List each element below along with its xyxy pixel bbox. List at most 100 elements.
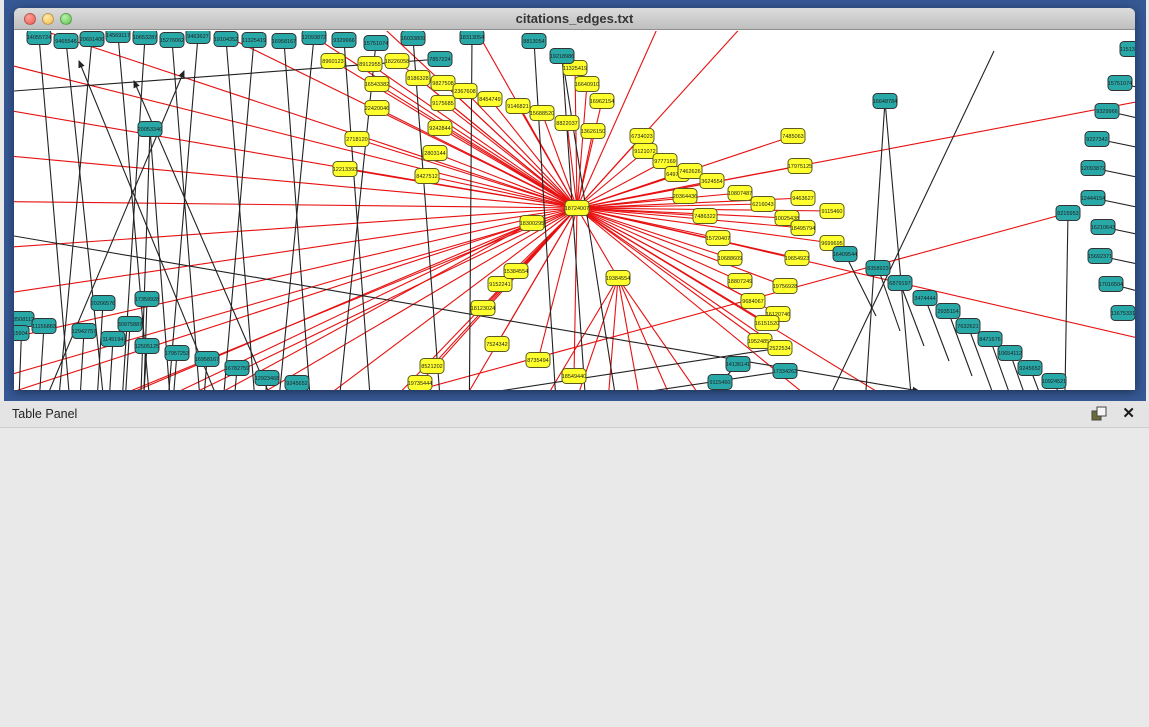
graph-node-teal[interactable]: 11513351	[1120, 42, 1135, 57]
graph-node-yellow[interactable]: 2522534	[768, 341, 792, 356]
graph-node-teal[interactable]: 15276062	[160, 33, 184, 48]
graph-node-yellow[interactable]: 18549440	[562, 369, 586, 384]
graph-node-yellow[interactable]: 7524342	[485, 337, 509, 352]
graph-node-teal[interactable]: 11675331	[1111, 306, 1135, 321]
graph-node-yellow[interactable]: 16151520	[755, 316, 779, 331]
graph-node-yellow[interactable]: 18724007	[565, 201, 589, 216]
graph-node-teal[interactable]: 20691406	[80, 32, 104, 47]
graph-node-teal[interactable]: 16782759	[225, 361, 249, 376]
graph-node-yellow[interactable]: 19756928	[773, 279, 797, 294]
graph-node-teal[interactable]: 6879197	[888, 276, 912, 291]
graph-node-teal[interactable]: 20206576	[91, 296, 115, 311]
graph-node-yellow[interactable]: 13626150	[581, 124, 605, 139]
graph-node-teal[interactable]: 12093872	[1081, 161, 1105, 176]
graph-node-teal[interactable]: 19104352	[214, 32, 238, 47]
close-panel-icon[interactable]: ✕	[1122, 404, 1135, 422]
graph-node-yellow[interactable]: 18807249	[728, 274, 752, 289]
graph-node-yellow[interactable]: 18123024	[471, 301, 495, 316]
graph-node-yellow[interactable]: 16543382	[365, 77, 389, 92]
graph-node-yellow[interactable]: 9146821	[506, 99, 530, 114]
graph-node-teal[interactable]: 11325419	[242, 33, 266, 48]
float-panel-icon[interactable]	[1091, 406, 1107, 422]
graph-node-teal[interactable]: 8215953	[1056, 206, 1080, 221]
graph-node-yellow[interactable]: 8186328	[406, 71, 430, 86]
graph-node-teal[interactable]: 15751074	[364, 36, 388, 51]
graph-node-yellow[interactable]: 16962154	[590, 94, 614, 109]
graph-node-teal[interactable]: 20053346	[138, 122, 162, 137]
graph-node-teal[interactable]: 13508112	[14, 312, 34, 327]
graph-node-yellow[interactable]: 3624554	[700, 174, 724, 189]
graph-node-yellow[interactable]: 9684067	[741, 294, 765, 309]
graph-node-teal[interactable]: 18313054	[460, 31, 484, 45]
graph-node-teal[interactable]: 9463627	[186, 31, 210, 44]
graph-node-teal[interactable]: 12093872	[302, 31, 326, 45]
graph-node-yellow[interactable]: 16640910	[575, 77, 599, 92]
graph-node-teal[interactable]: 11156883	[32, 319, 56, 334]
graph-node-teal[interactable]: 7632621	[956, 319, 980, 334]
graph-node-yellow[interactable]: 7486322	[693, 209, 717, 224]
graph-node-yellow[interactable]: 2367608	[453, 84, 477, 99]
graph-node-yellow[interactable]: 9242844	[428, 121, 452, 136]
graph-node-teal[interactable]: 8813054	[522, 34, 546, 49]
graph-node-yellow[interactable]: 9463627	[791, 191, 815, 206]
graph-node-teal[interactable]: 1145194	[101, 332, 125, 347]
graph-node-teal[interactable]: 10653287	[133, 31, 157, 45]
graph-node-teal[interactable]: 9115460	[708, 375, 732, 390]
graph-node-teal[interactable]: 7857224	[428, 52, 452, 67]
graph-node-yellow[interactable]: 9175685	[431, 96, 455, 111]
graph-node-yellow[interactable]: 8735494	[526, 353, 550, 368]
graph-node-yellow[interactable]: 7462626	[678, 164, 702, 179]
graph-node-teal[interactable]: 17359928	[135, 292, 159, 307]
graph-node-teal[interactable]: 15751074	[1108, 76, 1132, 91]
graph-node-yellow[interactable]: 15720407	[706, 231, 730, 246]
graph-node-teal[interactable]: 8358923	[866, 261, 890, 276]
graph-node-yellow[interactable]: 15688520	[530, 106, 554, 121]
graph-node-yellow[interactable]: 20364436	[673, 189, 697, 204]
graph-node-yellow[interactable]: 19384554	[606, 271, 630, 286]
graph-node-yellow[interactable]: 18300295	[520, 216, 544, 231]
graph-node-yellow[interactable]: 18226058	[385, 54, 409, 69]
graph-node-teal[interactable]: 16958167	[195, 352, 219, 367]
graph-node-teal[interactable]: 3315904	[14, 326, 29, 341]
graph-node-yellow[interactable]: 8912955	[358, 57, 382, 72]
graph-node-yellow[interactable]: 9115460	[820, 204, 844, 219]
graph-node-teal[interactable]: 9329966	[1095, 104, 1119, 119]
graph-node-yellow[interactable]: 7485063	[781, 129, 805, 144]
graph-node-teal[interactable]: 19218986	[550, 49, 574, 64]
graph-node-yellow[interactable]: 19654923	[785, 251, 809, 266]
graph-node-yellow[interactable]: 19735444	[408, 376, 432, 391]
graph-node-yellow[interactable]: 15384554	[504, 264, 528, 279]
graph-node-teal[interactable]: 16210643	[1091, 220, 1115, 235]
graph-node-teal[interactable]: 12942757	[72, 324, 96, 339]
graph-node-teal[interactable]: 12444154	[1081, 191, 1105, 206]
graph-node-teal[interactable]: 8471676	[978, 332, 1002, 347]
graph-node-yellow[interactable]: 2718120	[345, 132, 369, 147]
graph-node-yellow[interactable]: 18495794	[791, 221, 815, 236]
graph-node-yellow[interactable]: 6216043	[751, 197, 775, 212]
graph-node-teal[interactable]: 16648784	[873, 94, 897, 109]
graph-node-teal[interactable]: 10924521	[1042, 374, 1066, 389]
graph-node-yellow[interactable]: 8521202	[420, 359, 444, 374]
graph-node-teal[interactable]: 12505125	[135, 339, 159, 354]
graph-node-teal[interactable]: 16033809	[401, 31, 425, 46]
graph-node-teal[interactable]: 9245652	[1018, 361, 1042, 376]
graph-node-teal[interactable]: 9227342	[1085, 132, 1109, 147]
graph-node-teal[interactable]: 30975887	[118, 317, 142, 332]
graph-node-yellow[interactable]: 10807487	[728, 186, 752, 201]
graph-node-teal[interactable]: 14055724	[27, 31, 51, 45]
graph-node-yellow[interactable]: 8960123	[321, 54, 345, 69]
graph-node-teal[interactable]: 9465546	[54, 34, 78, 49]
graph-node-yellow[interactable]: 22420046	[365, 101, 389, 116]
graph-node-yellow[interactable]: 8454749	[478, 92, 502, 107]
network-canvas[interactable]: 1872400718300295193845548960123891295518…	[14, 31, 1135, 390]
graph-node-yellow[interactable]: 8427512	[415, 169, 439, 184]
graph-node-yellow[interactable]: 9827508	[431, 76, 455, 91]
graph-node-teal[interactable]: 12923468	[255, 371, 279, 386]
graph-node-yellow[interactable]: 6734023	[630, 129, 654, 144]
graph-node-yellow[interactable]: 8822037	[555, 116, 579, 131]
graph-node-teal[interactable]: 17957253	[165, 346, 189, 361]
graph-node-yellow[interactable]: 10688609	[718, 251, 742, 266]
graph-node-teal[interactable]: 16958167	[272, 34, 296, 49]
graph-node-teal[interactable]: 17016504	[1099, 277, 1123, 292]
graph-node-yellow[interactable]: 12213393	[333, 162, 357, 177]
